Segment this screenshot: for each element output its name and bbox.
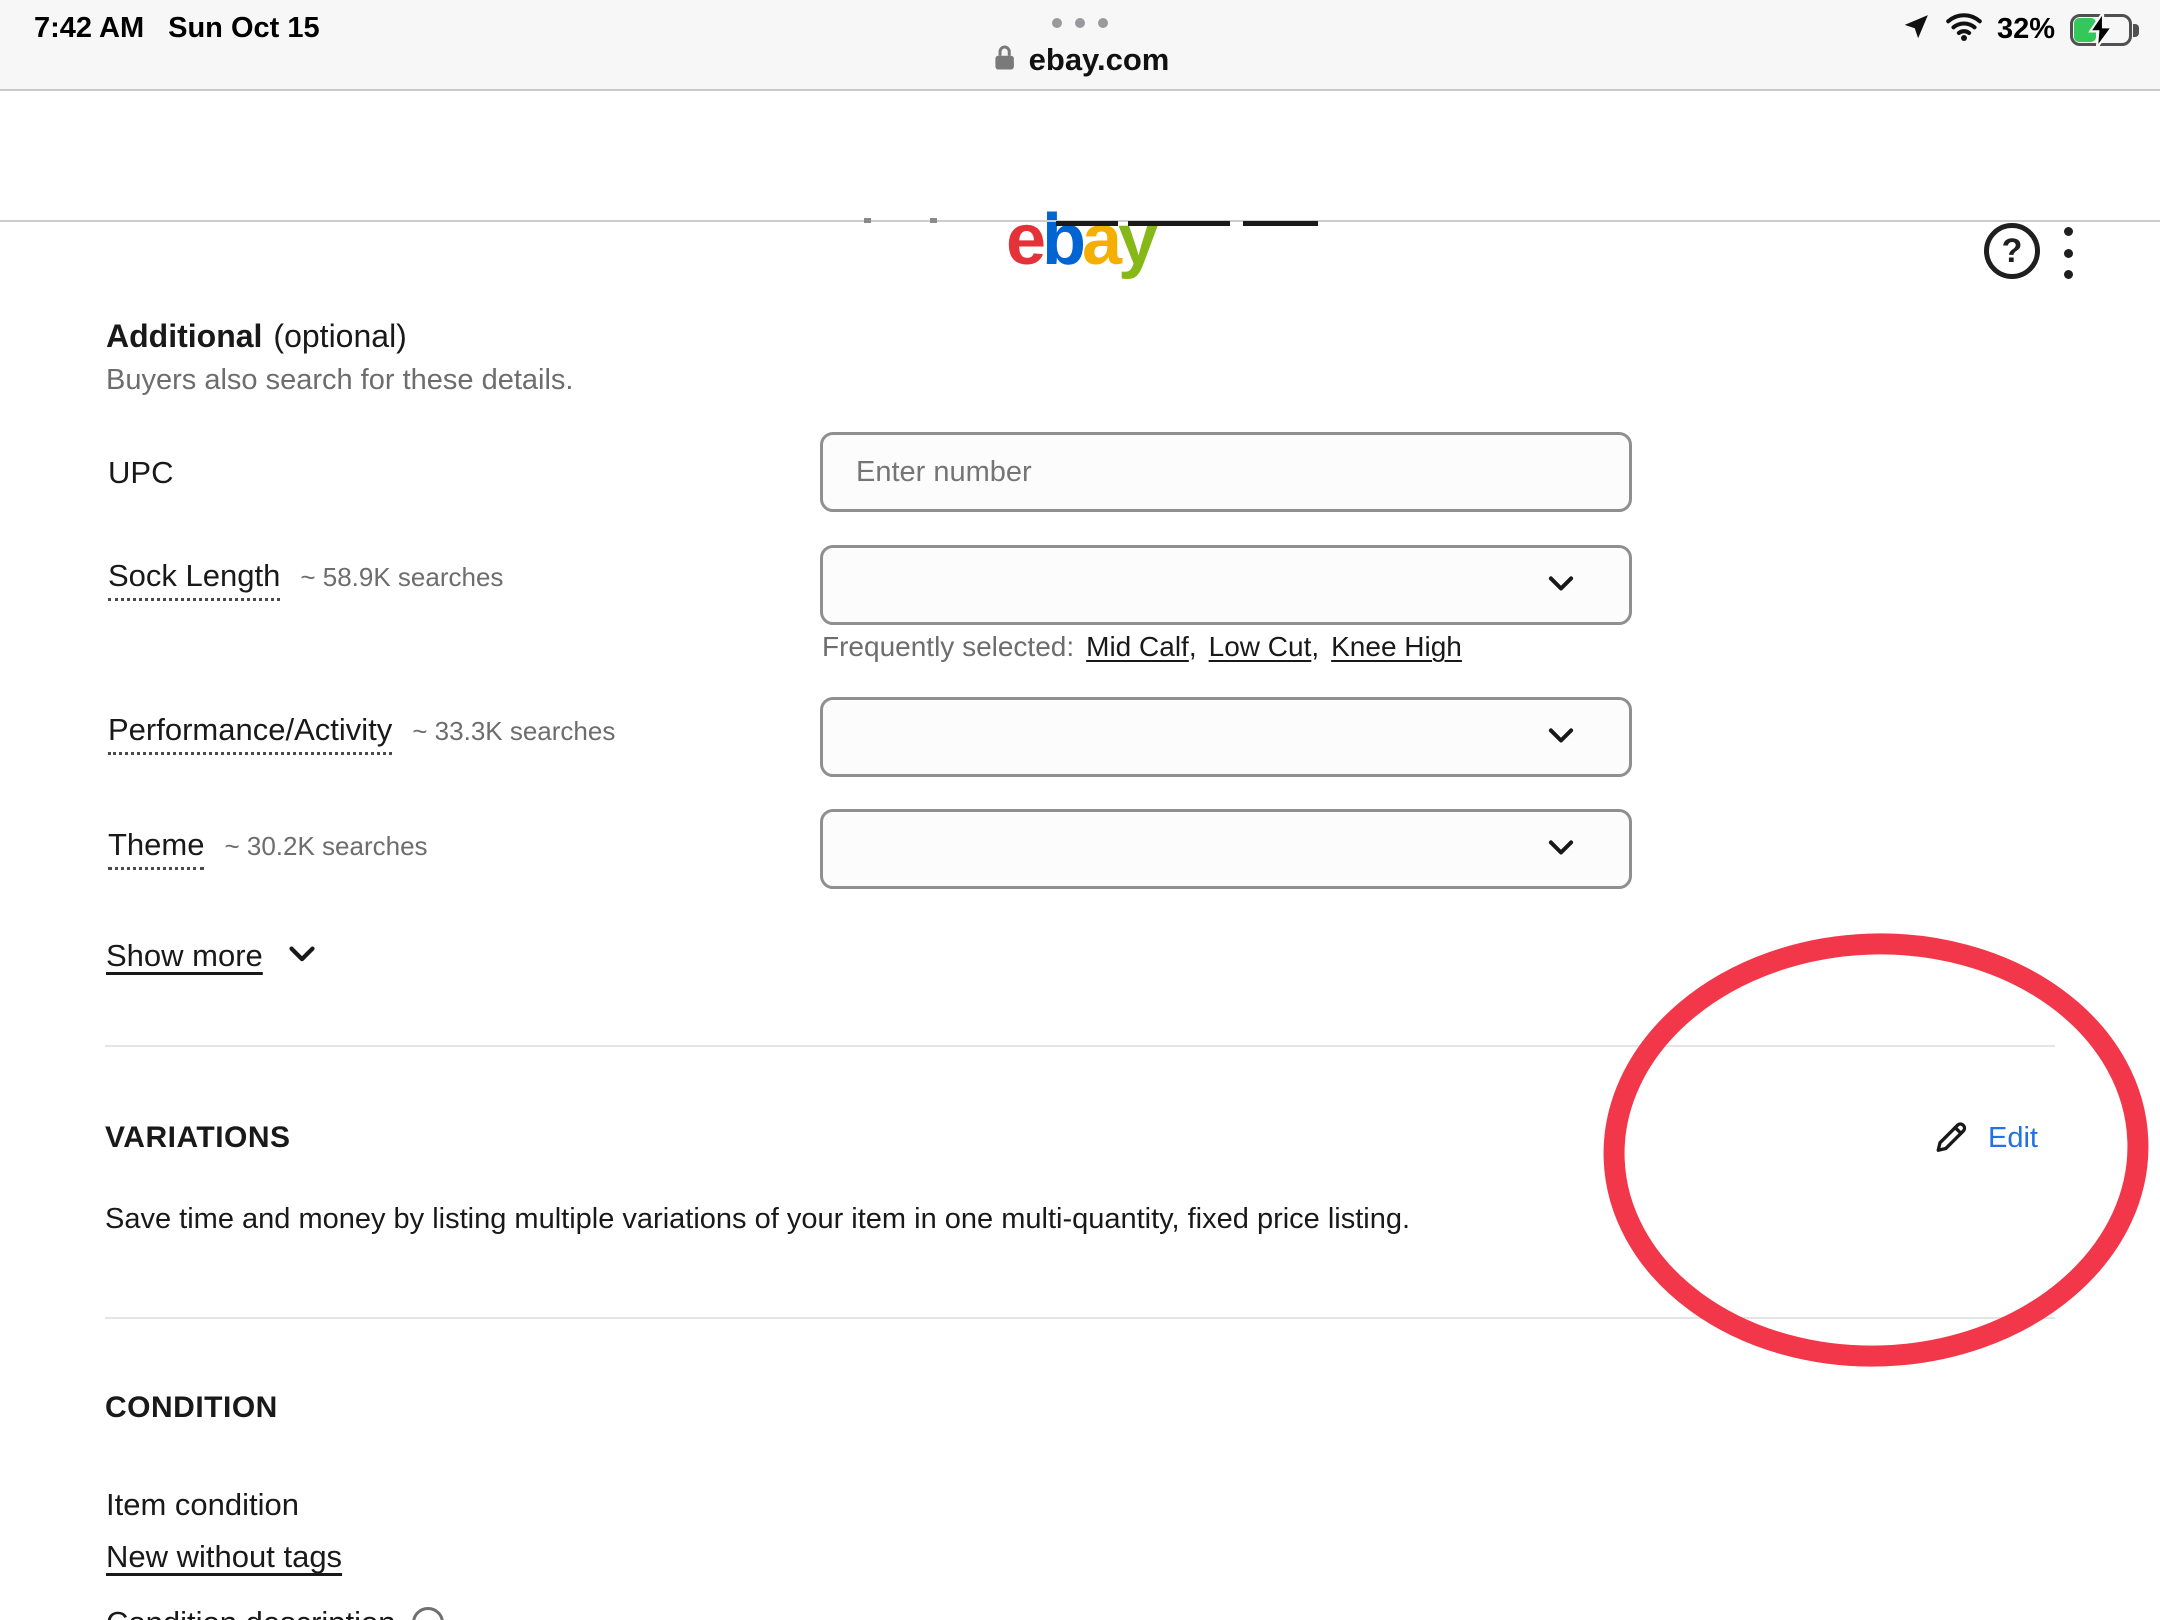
condition-description-label: Condition description bbox=[106, 1605, 396, 1620]
item-condition-value-link[interactable]: New without tags bbox=[106, 1539, 342, 1575]
frequent-option-mid-calf[interactable]: Mid Calf bbox=[1086, 631, 1189, 663]
upc-label: UPC bbox=[108, 455, 174, 490]
frequently-selected-prefix: Frequently selected: bbox=[822, 631, 1075, 662]
info-icon[interactable] bbox=[411, 1607, 444, 1620]
show-more-label: Show more bbox=[106, 937, 263, 973]
url-bar[interactable]: ebay.com bbox=[991, 42, 1170, 78]
status-bar: 7:42 AM Sun Oct 15 ebay.com 32% bbox=[0, 0, 2160, 89]
additional-title-text: Additional bbox=[106, 318, 263, 354]
performance-activity-label-link[interactable]: Performance/Activity bbox=[108, 712, 393, 755]
location-arrow-icon bbox=[1901, 12, 1931, 47]
separator: , bbox=[1311, 631, 1320, 662]
browser-tabs-dots-icon[interactable] bbox=[1052, 18, 1108, 28]
sock-length-search-count: ~ 58.9K searches bbox=[300, 562, 504, 592]
logo-letter: b bbox=[1041, 200, 1086, 280]
ebay-listing-form-screen: 7:42 AM Sun Oct 15 ebay.com 32% ebay ? A… bbox=[0, 0, 2160, 1620]
item-condition-label: Item condition bbox=[106, 1487, 299, 1522]
clock-time: 7:42 AM bbox=[34, 12, 145, 44]
status-icons: 32% bbox=[1901, 8, 2142, 51]
theme-search-count: ~ 30.2K searches bbox=[224, 831, 428, 861]
lock-icon bbox=[991, 43, 1019, 78]
clipped-content-fragment bbox=[1128, 221, 1230, 226]
frequent-option-knee-high[interactable]: Knee High bbox=[1331, 631, 1462, 663]
logo-letter: e bbox=[1005, 200, 1046, 280]
clock-date: Sun Oct 15 bbox=[168, 12, 320, 44]
clipped-content-fragment bbox=[1056, 221, 1118, 226]
status-time-date: 7:42 AM Sun Oct 15 bbox=[34, 12, 320, 45]
logo-letter: y bbox=[1118, 200, 1158, 280]
theme-select[interactable] bbox=[820, 809, 1632, 889]
chevron-down-icon bbox=[1539, 713, 1583, 762]
chevron-down-icon bbox=[281, 932, 323, 979]
performance-activity-select[interactable] bbox=[820, 697, 1632, 777]
url-text: ebay.com bbox=[1028, 42, 1170, 77]
ebay-logo[interactable]: ebay bbox=[1005, 200, 1158, 280]
sock-length-select[interactable] bbox=[820, 545, 1632, 625]
sock-length-label-link[interactable]: Sock Length bbox=[108, 558, 281, 601]
clipped-content-fragment bbox=[930, 218, 937, 223]
help-icon[interactable]: ? bbox=[1984, 223, 2040, 279]
variations-edit-button[interactable]: Edit bbox=[1930, 1116, 2038, 1161]
condition-description-row-clipped: Condition description bbox=[106, 1602, 806, 1620]
frequently-selected-row: Frequently selected: Mid Calf, Low Cut, Kne… bbox=[822, 631, 1462, 663]
chevron-down-icon bbox=[1539, 825, 1583, 874]
page-header: ebay ? bbox=[0, 91, 2160, 279]
edit-label: Edit bbox=[1988, 1122, 2038, 1154]
variations-section-title: VARIATIONS bbox=[105, 1121, 291, 1154]
red-circle-annotation bbox=[1603, 933, 2149, 1367]
theme-label-link[interactable]: Theme bbox=[108, 827, 205, 870]
logo-letter: a bbox=[1081, 200, 1122, 280]
kebab-menu-icon[interactable] bbox=[2056, 225, 2080, 281]
battery-percent: 32% bbox=[1996, 13, 2055, 45]
section-divider bbox=[105, 1045, 2055, 1047]
frequent-option-low-cut[interactable]: Low Cut bbox=[1209, 631, 1312, 663]
additional-subtitle: Buyers also search for these details. bbox=[106, 364, 574, 396]
clipped-content-fragment bbox=[864, 218, 871, 223]
variations-description: Save time and money by listing multiple … bbox=[105, 1203, 1411, 1235]
pencil-icon bbox=[1930, 1116, 1972, 1161]
performance-activity-search-count: ~ 33.3K searches bbox=[412, 716, 616, 746]
show-more-button[interactable]: Show more bbox=[106, 932, 323, 979]
upc-input[interactable] bbox=[820, 432, 1632, 512]
optional-suffix: (optional) bbox=[273, 318, 407, 354]
wifi-icon bbox=[1946, 12, 1982, 47]
additional-section-title: Additional (optional) bbox=[106, 318, 407, 355]
battery-charging-icon bbox=[2070, 8, 2142, 51]
clipped-content-fragment bbox=[1243, 221, 1318, 226]
section-divider bbox=[105, 1317, 2055, 1319]
separator: , bbox=[1188, 631, 1197, 662]
condition-section-title: CONDITION bbox=[105, 1391, 278, 1424]
chevron-down-icon bbox=[1539, 561, 1583, 610]
